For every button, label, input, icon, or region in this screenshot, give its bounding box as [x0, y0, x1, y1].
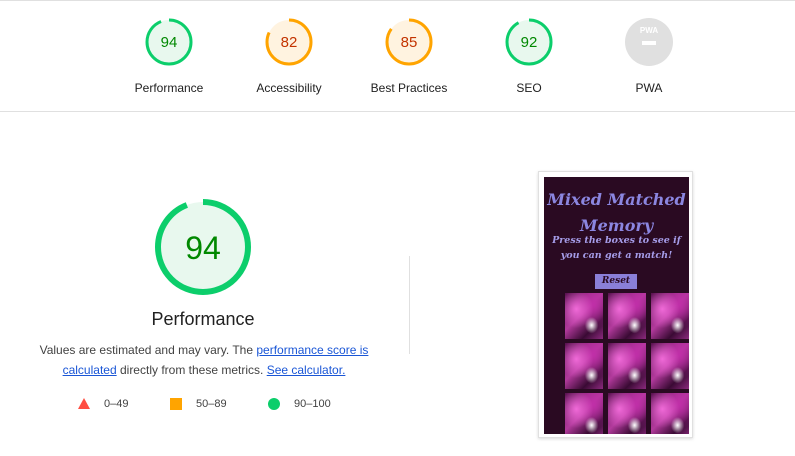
legend-pass: 90–100 [268, 398, 331, 410]
card-grid [565, 293, 689, 434]
pwa-badge-icon: PWA [625, 18, 673, 66]
legend-fail: 0–49 [78, 398, 128, 410]
memory-card [608, 293, 646, 339]
gauge-accessibility[interactable]: 82 Accessibility [239, 17, 339, 95]
circle-icon [268, 398, 280, 410]
gauge-label: PWA [635, 81, 663, 95]
gauge-score: 85 [401, 34, 418, 51]
desc-prefix: Values are estimated and may vary. The [39, 343, 257, 357]
reset-button: Reset [595, 274, 637, 289]
memory-card [565, 393, 603, 434]
main-score: 94 [185, 230, 221, 266]
memory-card [565, 343, 603, 389]
gauge-label: SEO [516, 81, 542, 95]
screenshot-title: Mixed Matched Memory [547, 190, 686, 235]
gauge-performance[interactable]: 94 Performance [119, 17, 219, 95]
memory-card [651, 343, 689, 389]
accessibility-gauge-ring: 82 [265, 18, 313, 66]
legend-label: 0–49 [104, 398, 129, 410]
performance-gauge-ring: 94 [145, 18, 193, 66]
gauge-best-practices[interactable]: 85 Best Practices [359, 17, 459, 95]
gauge-label: Best Practices [370, 81, 448, 95]
performance-main-gauge: 94 [155, 199, 251, 295]
gauge-pwa[interactable]: PWA PWA [599, 17, 699, 95]
score-legend: 0–49 50–89 90–100 [78, 398, 368, 418]
scores-header: 94 Performance 82 Accessibility 85 Best … [0, 0, 795, 112]
memory-card [608, 343, 646, 389]
memory-card [651, 293, 689, 339]
memory-card [565, 293, 603, 339]
legend-label: 90–100 [294, 398, 331, 410]
legend-average: 50–89 [170, 398, 227, 410]
memory-card [651, 393, 689, 434]
gauge-label: Accessibility [256, 81, 322, 95]
desc-middle: directly from these metrics. [116, 363, 267, 377]
performance-title: Performance [151, 309, 255, 329]
square-icon [170, 398, 182, 410]
screenshot-image: Mixed Matched Memory Press the boxes to … [544, 177, 689, 434]
gauge-score: 92 [521, 34, 538, 51]
gauge-label: Performance [134, 81, 204, 95]
triangle-icon [78, 398, 90, 409]
gauge-seo[interactable]: 92 SEO [479, 17, 579, 95]
final-screenshot-thumbnail[interactable]: Mixed Matched Memory Press the boxes to … [538, 171, 693, 438]
legend-label: 50–89 [196, 398, 227, 410]
best-practices-gauge-ring: 85 [385, 18, 433, 66]
memory-card [608, 393, 646, 434]
seo-gauge-ring: 92 [505, 18, 553, 66]
performance-description: Values are estimated and may vary. The p… [30, 340, 378, 380]
see-calculator-link[interactable]: See calculator. [267, 363, 346, 377]
pwa-badge-text: PWA [640, 26, 658, 35]
vertical-divider [409, 256, 410, 354]
gauge-score: 82 [281, 34, 298, 51]
screenshot-subtitle: Press the boxes to see if you can get a … [552, 235, 681, 261]
gauge-score: 94 [161, 34, 178, 51]
